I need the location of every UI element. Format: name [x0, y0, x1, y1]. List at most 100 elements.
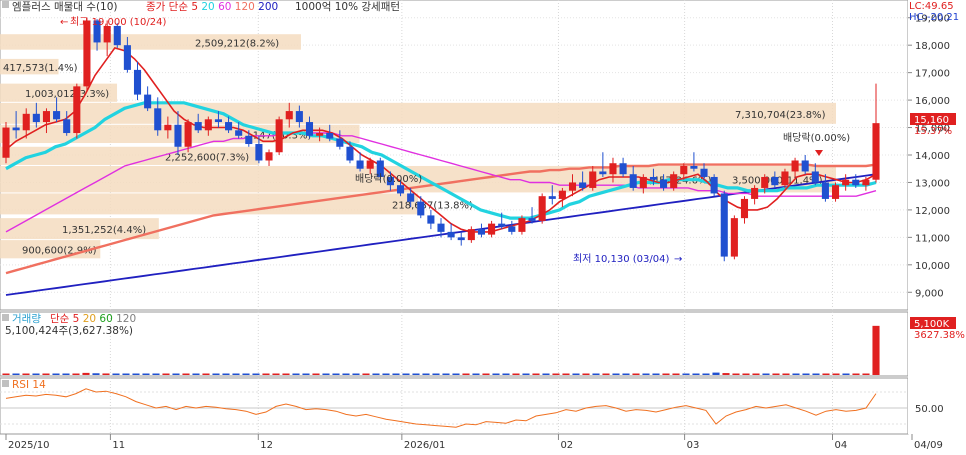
volume-bar: [412, 373, 420, 375]
candle-body: [831, 185, 840, 199]
volume-bar: [72, 373, 80, 375]
volume-bar: [732, 373, 740, 375]
ma-legend: 종가 단순 5 20 60 120 200: [146, 1, 278, 13]
y-tick-label: 16,000: [915, 96, 950, 107]
volume-bar: [602, 373, 610, 375]
candle-body: [22, 113, 30, 131]
candle-body: [447, 231, 455, 238]
candle-body: [801, 160, 809, 172]
svg-text:최저 10,130 (03/04): 최저 10,130 (03/04): [573, 253, 669, 265]
current-volume: 5,100K: [914, 319, 950, 330]
y-tick-label: 17,000: [915, 69, 950, 80]
svg-text:RSI 14: RSI 14: [12, 379, 46, 391]
lc-value: LC:49.65: [909, 1, 954, 12]
volume-toggle-icon[interactable]: [2, 314, 9, 321]
candle-body: [305, 122, 314, 136]
volume-bar: [682, 373, 690, 375]
candle-body: [629, 174, 637, 188]
candle-body: [528, 218, 536, 221]
volume-bar: [622, 373, 630, 375]
legend-period: 20: [83, 313, 100, 325]
candle-body: [225, 122, 233, 131]
candle-body: [316, 133, 324, 136]
volume-bar: [422, 373, 430, 375]
candle-body: [356, 160, 364, 169]
volume-bar: [672, 373, 680, 375]
volume-bar: [592, 373, 600, 375]
volume-panel: [0, 311, 909, 377]
volume-bar: [12, 373, 20, 375]
candle-body: [204, 119, 212, 131]
candle-body: [619, 163, 627, 175]
candle-body: [63, 119, 71, 134]
candle-body: [336, 138, 344, 147]
volume-bar: [342, 373, 350, 375]
volume-bar: [22, 373, 30, 375]
x-tick-label: 03: [687, 440, 700, 451]
candle-body: [235, 130, 243, 136]
volume-bar: [662, 373, 670, 375]
volume-bar: [562, 373, 570, 375]
legend-label: 단순: [50, 313, 73, 325]
candle-body: [791, 160, 799, 172]
volume-bar: [122, 373, 130, 375]
candle-body: [538, 196, 546, 221]
candle-body: [144, 94, 152, 109]
volume-bar: [132, 373, 140, 375]
volume-bar: [202, 373, 210, 375]
volume-bar: [242, 373, 250, 375]
volume-bar: [102, 373, 110, 375]
candle-body: [326, 133, 334, 139]
candle-body: [690, 165, 698, 169]
y-tick-label: 18,000: [915, 41, 950, 52]
candle-body: [32, 113, 40, 123]
volume-bar: [852, 373, 860, 375]
x-tick-label: 04/09: [914, 440, 943, 451]
candle-body: [609, 163, 617, 175]
pattern-label: 1000억 10% 강세패턴: [295, 1, 400, 13]
candle-body: [437, 223, 445, 232]
candle-body: [518, 218, 526, 232]
candle-body: [346, 146, 354, 161]
x-tick-label: 04: [835, 440, 848, 451]
candle-body: [103, 25, 111, 43]
svg-text:→: →: [674, 254, 682, 265]
volume-profile-label: 417,573(1.4%): [3, 63, 78, 74]
volume-bar: [332, 373, 340, 375]
volume-bar: [362, 373, 370, 375]
volume-bar: [742, 373, 750, 375]
y-tick-label: 11,000: [915, 233, 950, 244]
volume-bar: [142, 373, 150, 375]
panel-toggle-icon[interactable]: [2, 1, 9, 8]
rsi-tick-label: 50.00: [915, 404, 944, 415]
volume-bar: [792, 373, 800, 375]
volume-bar: [782, 373, 790, 375]
candle-body: [417, 201, 425, 216]
candle-body: [761, 176, 769, 188]
svg-text:거래량: 거래량: [12, 313, 41, 325]
volume-bar: [812, 373, 820, 375]
volume-bar: [112, 373, 120, 375]
rsi-toggle-icon[interactable]: [2, 380, 9, 387]
volume-bar: [372, 373, 380, 375]
volume-bar: [32, 373, 40, 375]
volume-bar: [262, 373, 270, 375]
candle-body: [366, 160, 374, 169]
candle-body: [265, 152, 273, 161]
candle-body: [407, 193, 415, 202]
x-tick-label: 02: [560, 440, 573, 451]
candle-body: [477, 229, 486, 235]
legend-period: 120: [235, 1, 258, 13]
high-annotation: ← 최고 19,000 (10/24): [60, 16, 166, 28]
volume-bar: [52, 373, 60, 375]
candle-body: [751, 187, 759, 199]
volume-bar: [712, 372, 720, 375]
volume-bar: [522, 373, 530, 375]
volume-bar: [462, 373, 470, 375]
candle-body: [781, 171, 789, 186]
stock-chart[interactable]: 7,310,704(23.8%) 2,509,212(8.2%) 417,573(1…: [0, 0, 966, 455]
candle-body: [184, 122, 192, 147]
candle-body: [154, 108, 162, 131]
volume-legend: 거래량 단순 5 20 60 120 5,100,424주(3,627.38%): [2, 313, 136, 337]
volume-bar: [532, 373, 540, 375]
